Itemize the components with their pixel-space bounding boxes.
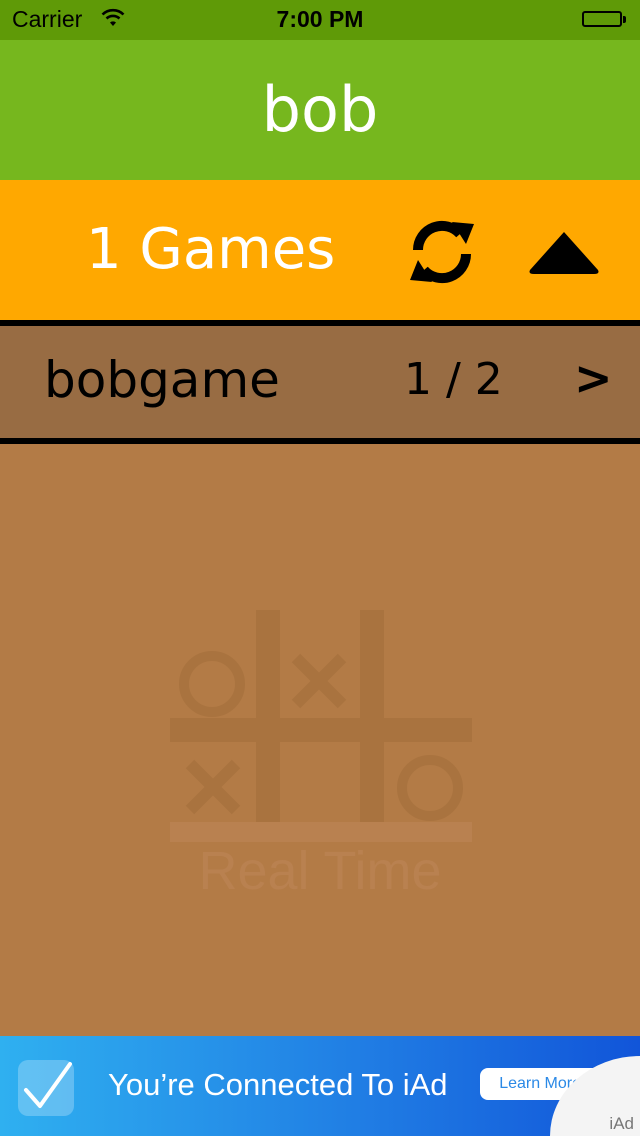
status-bar: Carrier 7:00 PM [0, 0, 640, 40]
collapse-button[interactable] [524, 224, 604, 280]
iad-badge: iAd [609, 1114, 634, 1133]
watermark-text: Real Time [198, 841, 442, 901]
chevron-right-icon: > [574, 351, 613, 405]
page-title: bob [261, 73, 379, 146]
game-row[interactable]: bobgame 1 / 2 > [0, 326, 640, 438]
title-bar: bob [0, 40, 640, 180]
empty-list-area: Real Time [0, 444, 640, 1036]
games-header: 1 Games [0, 180, 640, 320]
ad-message: You’re Connected To iAd [108, 1067, 448, 1102]
refresh-icon [410, 220, 474, 284]
game-progress: 1 / 2 [404, 354, 503, 405]
refresh-button[interactable] [404, 214, 480, 290]
game-name: bobgame [44, 351, 280, 409]
triangle-up-icon [529, 232, 599, 274]
status-time: 7:00 PM [276, 6, 364, 32]
iad-banner[interactable]: You’re Connected To iAd Learn More › iAd [0, 1036, 640, 1136]
battery-icon [582, 11, 628, 29]
checkmark-icon [18, 1060, 74, 1116]
games-count-label: 1 Games [86, 217, 336, 282]
